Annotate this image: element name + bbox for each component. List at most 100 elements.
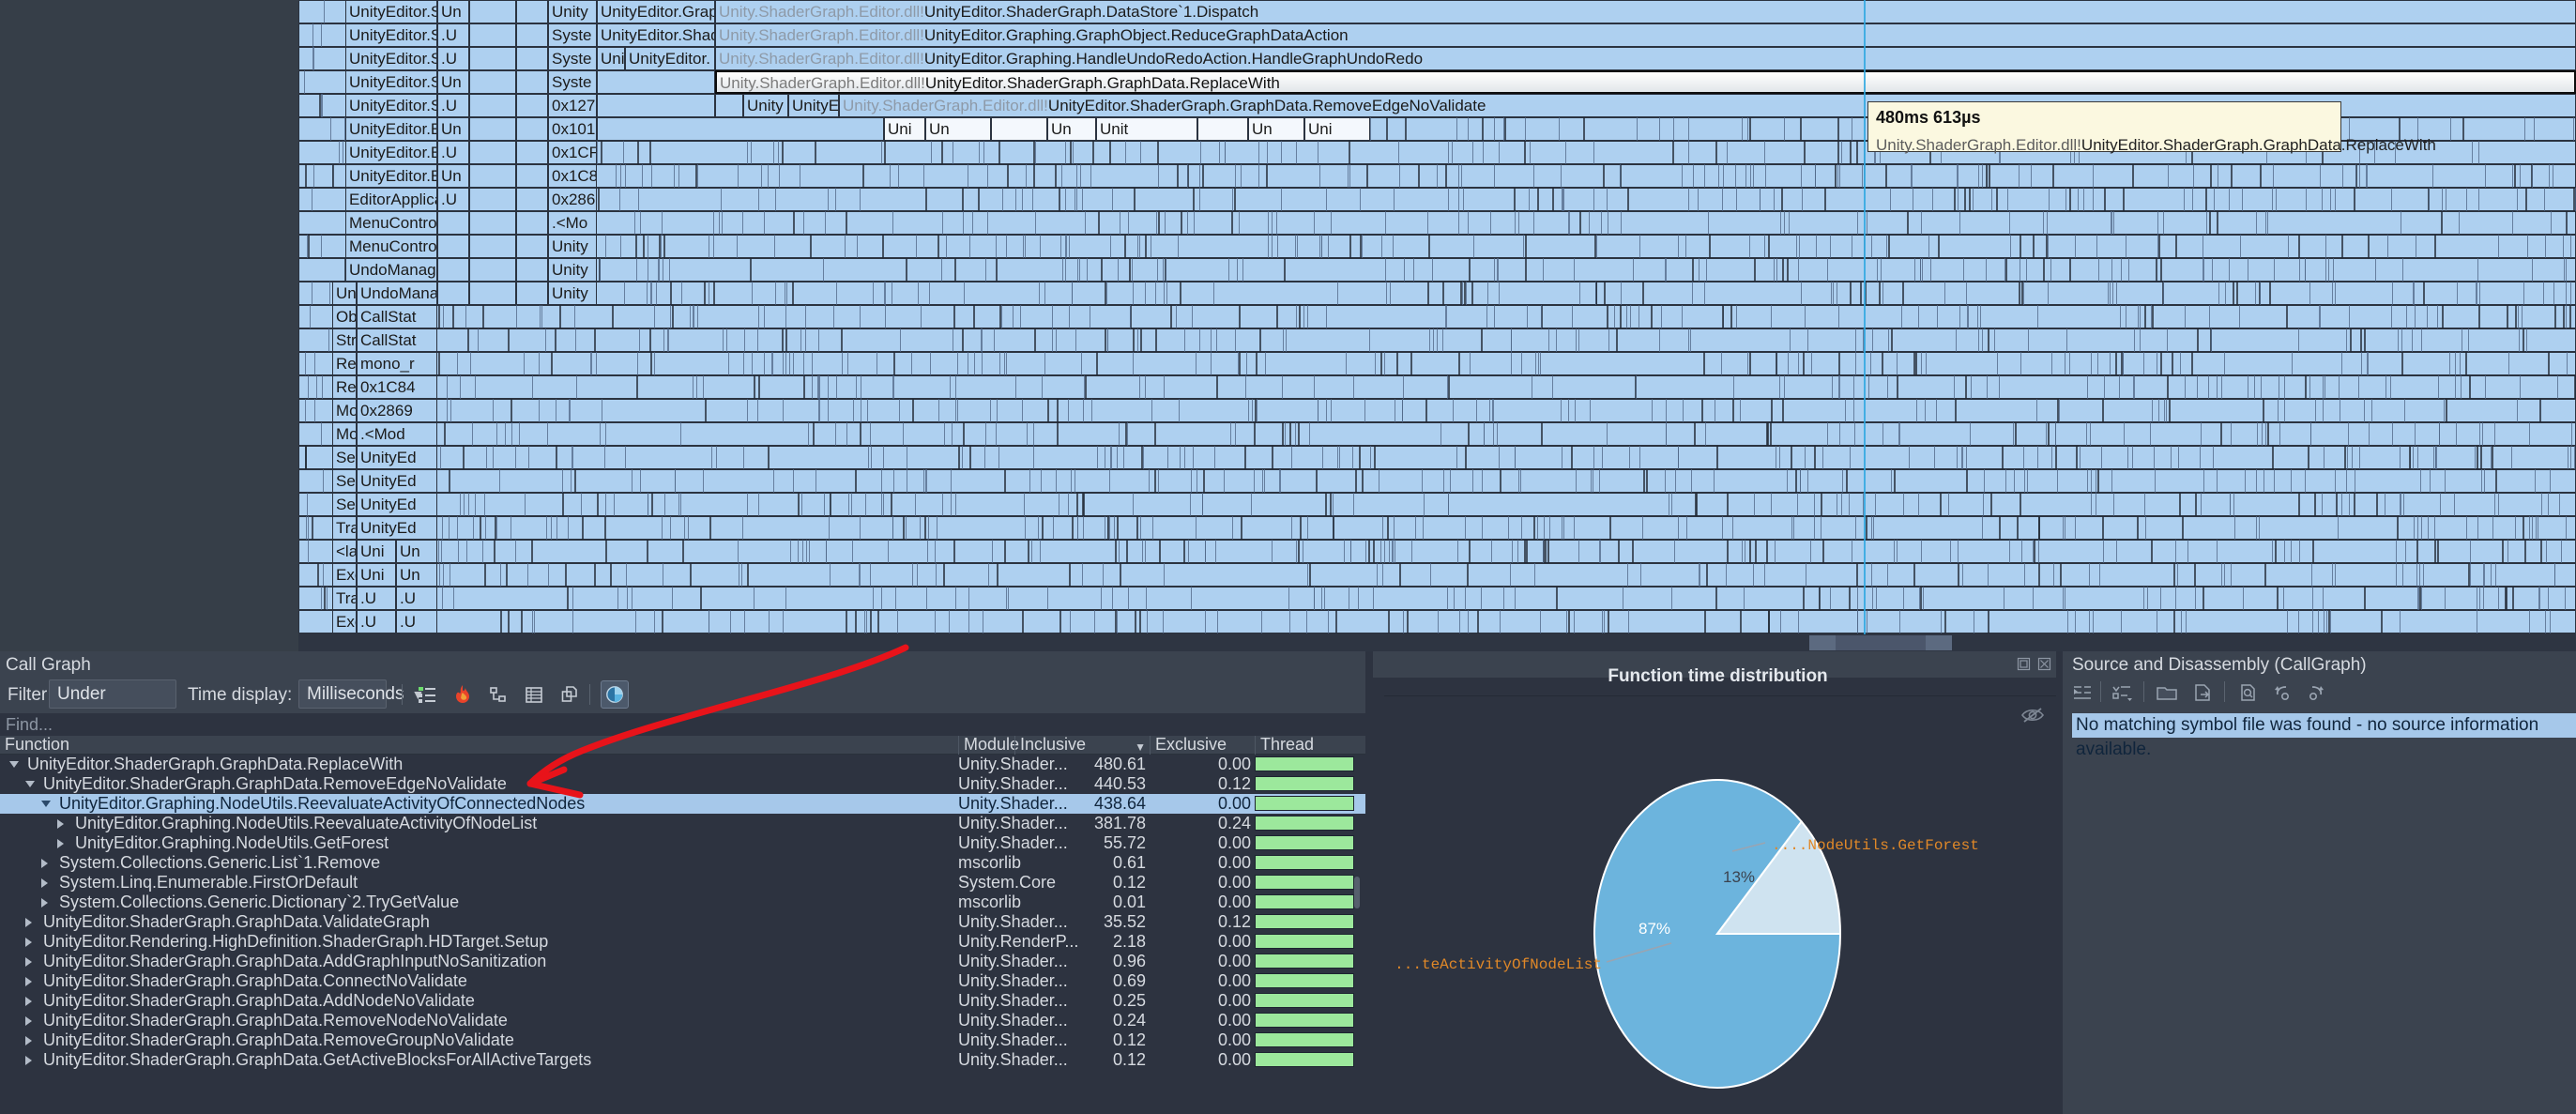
flame-graph-bar[interactable]: Un [396, 563, 437, 587]
flame-graph-bar[interactable]: <la [332, 540, 357, 563]
table-row[interactable]: UnityEditor.ShaderGraph.GraphData.Remove… [0, 1011, 1365, 1030]
flame-graph-bar[interactable]: UnityEd [357, 469, 437, 493]
flame-graph-row[interactable]: MenuController .<Mo [298, 211, 2576, 235]
flame-graph-bar[interactable]: Unity [548, 258, 597, 282]
flame-graph-bar[interactable]: Un [925, 117, 991, 141]
flame-graph-bar[interactable]: UnityEditor.Graphi [597, 0, 715, 23]
flame-graph-bar[interactable] [516, 188, 548, 211]
flame-graph-bar[interactable]: .U [437, 141, 469, 164]
flame-graph-row[interactable]: UnityEditor.ShoUn Syste Unity.ShaderGraph.… [298, 70, 2576, 94]
flame-graph-bar[interactable] [469, 211, 516, 235]
pie-chart[interactable]: 87% 13% ...teActivityOfNodeList ....Node… [1373, 704, 2063, 1114]
flame-graph-bar[interactable] [469, 164, 516, 188]
flame-graph-bar[interactable]: Exe [332, 610, 357, 633]
table-row[interactable]: UnityEditor.Graphing.NodeUtils.Reevaluat… [0, 814, 1365, 833]
table-row[interactable]: UnityEditor.ShaderGraph.GraphData.AddGra… [0, 952, 1365, 971]
flame-graph-bar[interactable] [469, 70, 516, 94]
column-header-function[interactable]: Function [0, 736, 958, 755]
flame-graph-hscroll-track[interactable] [298, 634, 2576, 651]
flame-graph-bar[interactable]: MenuController [345, 235, 437, 258]
flame-graph-bar[interactable]: Un [437, 164, 469, 188]
hscroll-grip-right[interactable] [1926, 635, 1952, 650]
table-row[interactable]: UnityEditor.Graphing.NodeUtils.GetForest… [0, 833, 1365, 853]
open-folder-icon[interactable] [2153, 679, 2181, 706]
flame-graph-row[interactable]: UnityEditor.ShoUn UnityUnityEditor.Graphi… [298, 0, 2576, 23]
collapse-twisty-icon[interactable] [9, 761, 19, 768]
flame-graph-bar[interactable]: .U [437, 47, 469, 70]
flame-graph-bar[interactable]: Uni [884, 117, 925, 141]
flame-graph-bar[interactable]: .U [437, 94, 469, 117]
flame-graph-bar[interactable]: Un [437, 0, 469, 23]
flame-graph-bar[interactable]: 0x1CF [548, 141, 597, 164]
flame-graph-bar[interactable] [715, 94, 743, 117]
flame-graph-bar[interactable] [516, 23, 548, 47]
table-row[interactable]: System.Collections.Generic.Dictionary`2.… [0, 893, 1365, 912]
expand-twisty-icon[interactable] [57, 819, 64, 829]
flame-graph-bar[interactable]: Rea [332, 375, 357, 399]
flame-graph-row[interactable]: Resmono_r [298, 352, 2576, 375]
table-row[interactable]: UnityEditor.ShaderGraph.GraphData.GetAct… [0, 1050, 1365, 1070]
flame-graph-bar[interactable]: Unity [548, 282, 597, 305]
flame-graph-bar[interactable]: .U [396, 610, 437, 633]
flame-graph-bar[interactable]: MenuController [345, 211, 437, 235]
flame-graph-bar[interactable]: Un [396, 540, 437, 563]
navigate-back-icon[interactable] [2269, 679, 2297, 706]
flame-graph-bar[interactable]: Unity.ShaderGraph.Editor.dll!UnityEditor… [715, 47, 2576, 70]
export-file-icon[interactable] [2188, 679, 2217, 706]
flame-graph-bar[interactable]: .<Mo [548, 211, 597, 235]
flame-graph-bar[interactable]: Und [332, 282, 357, 305]
flame-graph-bar[interactable] [516, 0, 548, 23]
flame-graph-bar[interactable]: Obj [332, 305, 357, 328]
flame-graph-bar[interactable] [437, 235, 469, 258]
flame-graph-row[interactable]: ExeUniUn [298, 563, 2576, 587]
flame-graph-bar[interactable]: Res [332, 352, 357, 375]
table-row[interactable]: System.Collections.Generic.List`1.Remove… [0, 853, 1365, 873]
expand-twisty-icon[interactable] [25, 1036, 32, 1045]
table-row[interactable]: System.Linq.Enumerable.FirstOrDefault Sys… [0, 873, 1365, 893]
source-panel-splitter[interactable] [2056, 651, 2063, 1114]
table-row[interactable]: UnityEditor.ShaderGraph.GraphData.Remove… [0, 1030, 1365, 1050]
flame-graph-bar[interactable]: Seri [332, 469, 357, 493]
flame-graph-bar[interactable] [437, 282, 469, 305]
flame-graph-row[interactable]: Mo .<Mod [298, 422, 2576, 446]
flame-graph-row[interactable]: UnityEditor.Sho.U SysteUnityEditor.ShadUn… [298, 23, 2576, 47]
flame-graph-row[interactable]: SeriUnityEd [298, 469, 2576, 493]
filter-combo[interactable]: Under selected function✕ [49, 679, 176, 758]
flame-graph-row[interactable]: UndoManager::Unity [298, 258, 2576, 282]
flame-graph-row[interactable]: UndUndoMana Unity [298, 282, 2576, 305]
flame-graph-bar[interactable]: 0x2869 [357, 399, 437, 422]
flame-graph-row[interactable]: UnityEditor.EditUn 0x1C8 [298, 164, 2576, 188]
collapse-twisty-icon[interactable] [41, 801, 51, 807]
flame-graph-bar[interactable] [437, 258, 469, 282]
flame-graph-bar[interactable]: UnityEditor.Sho [345, 94, 437, 117]
column-header-inclusive[interactable]: Inclusive ▼ [1014, 736, 1150, 755]
flame-graph-bar[interactable] [597, 70, 715, 94]
flame-graph-bar[interactable]: .U [396, 587, 437, 610]
sort-icon[interactable] [2108, 679, 2136, 706]
flame-graph-canvas[interactable]: UnityEditor.Sho Un Unity UnityEditor.Graphi… [298, 0, 2576, 634]
flame-graph-bar[interactable]: Uni [1304, 117, 1370, 141]
expand-twisty-icon[interactable] [25, 1016, 32, 1026]
flame-graph-bar[interactable]: Unity [743, 94, 788, 117]
flame-graph-bar[interactable]: Uni [357, 540, 396, 563]
flame-graph-bar[interactable]: UnityEd [357, 493, 437, 516]
flame-graph-bar[interactable] [469, 188, 516, 211]
expand-twisty-icon[interactable] [57, 839, 64, 848]
flame-graph-bar[interactable]: Uni [357, 563, 396, 587]
expand-twisty-icon[interactable] [41, 859, 48, 868]
call-tree-icon[interactable] [484, 680, 512, 709]
expand-twisty-icon[interactable] [25, 1056, 32, 1065]
expand-twisty-icon[interactable] [41, 898, 48, 908]
flame-graph-bar[interactable]: .U [357, 610, 396, 633]
flame-graph-row[interactable]: SeriUnityEd [298, 446, 2576, 469]
flame-graph-row[interactable]: SeriUnityEd [298, 493, 2576, 516]
flame-graph-bar[interactable]: Syste [548, 47, 597, 70]
flame-graph-row[interactable]: Tra.U.U [298, 587, 2576, 610]
flame-graph-hscroll-thumb[interactable] [1809, 635, 1952, 650]
flame-graph-bar[interactable] [597, 117, 884, 141]
table-row[interactable]: UnityEditor.ShaderGraph.GraphData.AddNod… [0, 991, 1365, 1011]
flame-graph-bar[interactable]: 0x1C84 [357, 375, 437, 399]
flame-graph-bar[interactable]: Tra [332, 587, 357, 610]
copy-icon[interactable] [556, 680, 584, 709]
hscroll-grip-left[interactable] [1809, 635, 1836, 650]
